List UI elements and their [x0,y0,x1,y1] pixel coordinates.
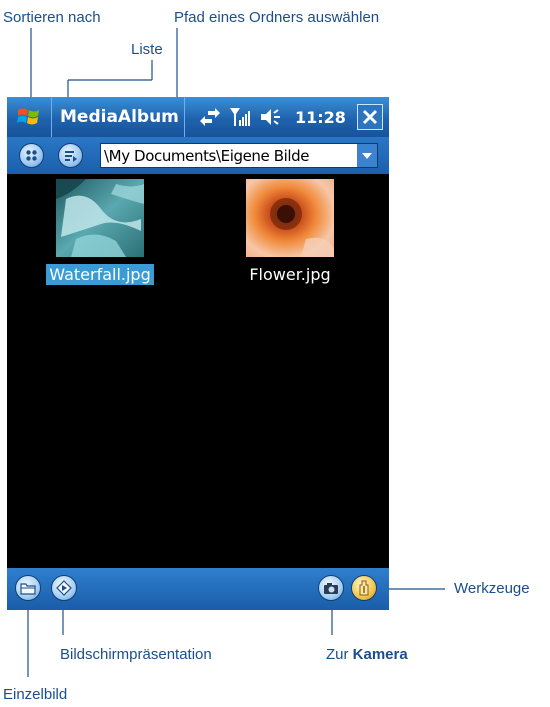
folder-path-dropdown[interactable]: \My Documents\Eigene Bilde [100,143,378,168]
thumbnail-label: Flower.jpg [249,265,331,284]
sort-button[interactable] [19,143,44,168]
start-button[interactable] [7,97,52,137]
clock: 11:28 [295,107,346,127]
flower-thumbnail[interactable] [246,179,334,257]
tools-button[interactable] [351,575,377,601]
dropdown-arrow-icon [362,152,372,159]
slideshow-button[interactable] [51,575,77,601]
thumbnail-item[interactable]: Flower.jpg [230,179,350,285]
tools-icon [359,580,369,596]
device-screen: MediaAlbum 11:28 \My Documents\Eigene Bi… [7,97,389,610]
dropdown-arrow[interactable] [357,144,377,167]
toolbar: \My Documents\Eigene Bilde [7,137,389,174]
single-image-button[interactable] [15,575,41,601]
slideshow-icon [56,580,72,596]
camera-icon [324,583,338,594]
titlebar: MediaAlbum 11:28 [7,97,389,137]
sort-icon [26,150,37,161]
camera-button[interactable] [318,575,344,601]
speaker-icon[interactable] [259,107,281,127]
folder-icon [20,583,36,595]
app-title: MediaAlbum [60,97,185,137]
folder-path-text: \My Documents\Eigene Bilde [104,146,310,165]
list-view-button[interactable] [58,143,83,168]
thumbnail-item[interactable]: Waterfall.jpg [40,179,160,285]
status-icons: 11:28 [199,106,346,128]
close-button[interactable] [357,104,383,130]
thumbnail-label: Waterfall.jpg [46,264,154,285]
windows-start-icon [17,108,39,125]
waterfall-thumbnail[interactable] [56,179,144,257]
bottom-toolbar [7,568,389,610]
signal-strength-icon[interactable] [229,106,251,128]
sync-arrows-icon[interactable] [199,108,221,126]
close-icon [362,109,378,125]
list-view-icon [65,151,77,162]
